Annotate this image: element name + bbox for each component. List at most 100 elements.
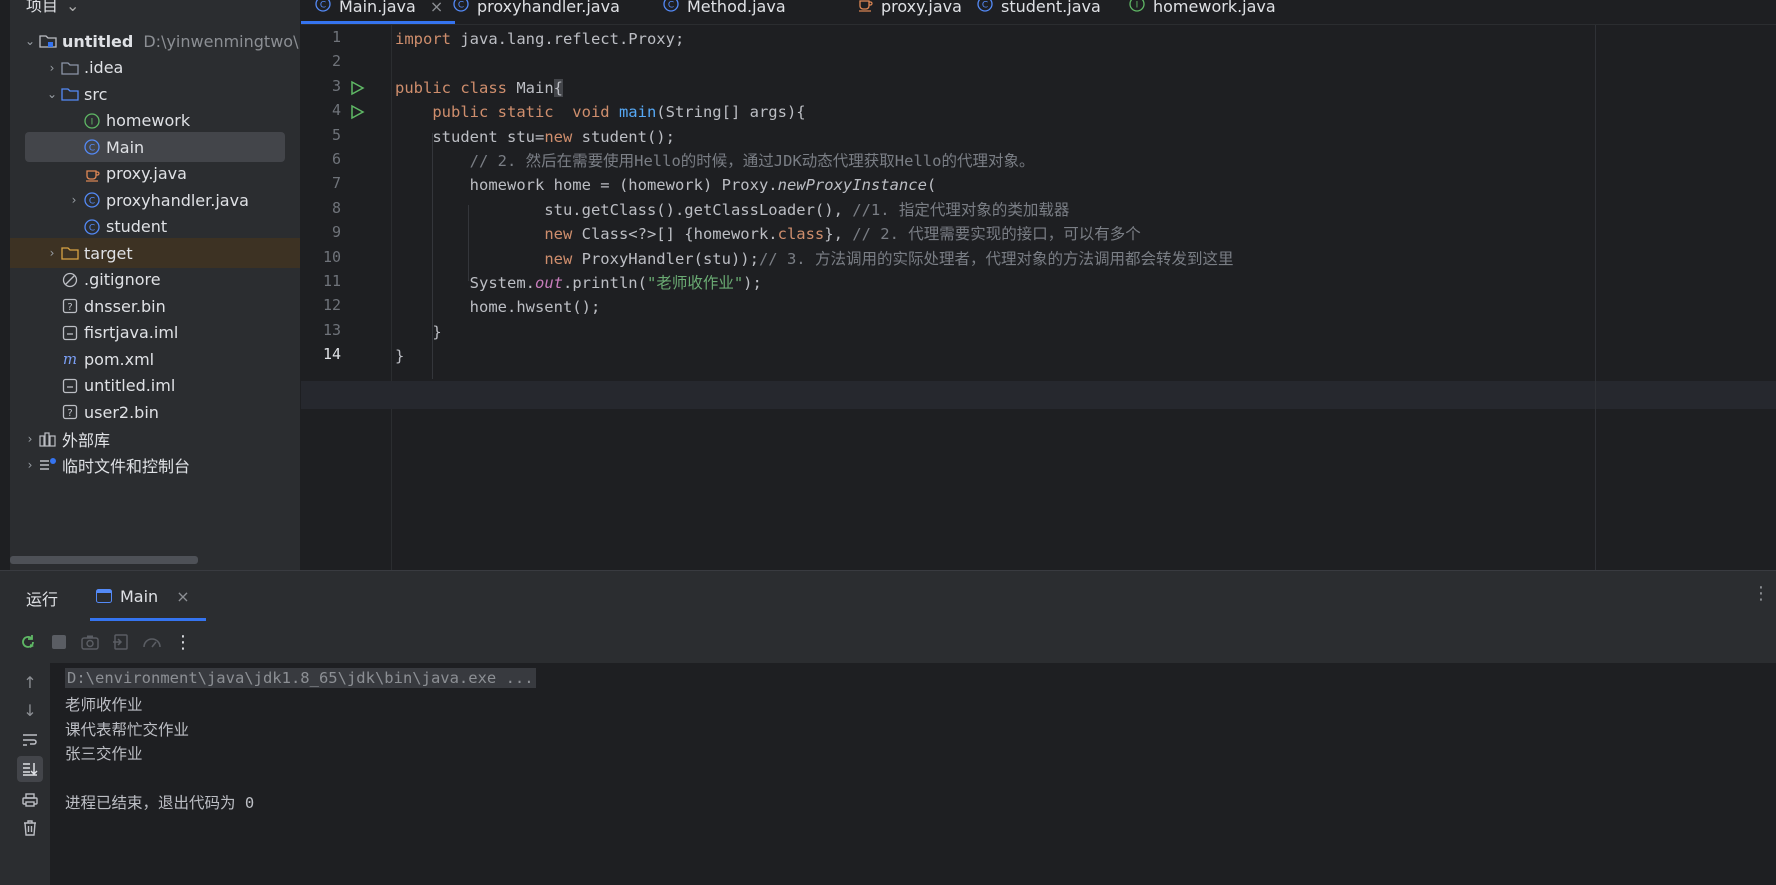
run-tab-main[interactable]: Main × <box>96 579 190 613</box>
svg-text:C: C <box>458 1 464 11</box>
soft-wrap-icon[interactable] <box>17 727 43 753</box>
svg-text:C: C <box>320 1 326 11</box>
console-output[interactable]: D:\environment\java\jdk1.8_65\jdk\bin\ja… <box>50 663 1776 885</box>
chevron-right-icon[interactable]: › <box>22 432 38 446</box>
run-tab-indicator <box>90 618 206 621</box>
active-tab-indicator <box>301 21 455 24</box>
code-token: // 2. 代理需要实现的接口，可以有多个 <box>852 225 1141 244</box>
close-icon[interactable]: × <box>176 587 189 606</box>
tree-item[interactable]: Ihomework <box>10 106 300 136</box>
horizontal-scrollbar[interactable] <box>10 556 198 564</box>
exit-icon[interactable] <box>108 629 134 655</box>
code-token: public class <box>395 78 517 97</box>
tree-item-label: untitled <box>62 31 134 51</box>
right-margin-guide <box>1595 25 1596 570</box>
editor-tab[interactable]: Ihomework.java <box>1129 0 1276 22</box>
class-icon: C <box>663 0 679 16</box>
chevron-right-icon[interactable]: › <box>22 458 38 472</box>
tree-item[interactable]: ? dnsser.bin <box>10 291 300 321</box>
code-token: homework home = (homework) Proxy. <box>395 176 778 195</box>
java-file-icon <box>857 0 873 16</box>
tree-item[interactable]: › .idea <box>10 53 300 83</box>
scroll-to-end-icon[interactable] <box>17 756 43 782</box>
tree-item[interactable]: › target <box>10 238 300 268</box>
code-editor[interactable]: import java.lang.reflect.Proxy; public cl… <box>301 25 1776 570</box>
run-toolbar: ⋮ <box>10 624 1776 660</box>
code-token: new <box>544 249 582 268</box>
code-token: (String[] args){ <box>656 103 806 122</box>
arrow-up-icon[interactable]: ↑ <box>17 669 43 695</box>
console-command-line: D:\environment\java\jdk1.8_65\jdk\bin\ja… <box>65 668 536 688</box>
code-line: new Class<?>[] {homework.class}, // 2. 代… <box>395 221 1141 248</box>
camera-icon[interactable] <box>77 629 103 655</box>
line-number: 14 <box>322 345 341 364</box>
folder-icon <box>60 58 80 78</box>
more-options-icon[interactable]: ⋮ <box>1752 583 1770 604</box>
editor-tab-label: homework.java <box>1153 0 1276 16</box>
more-vertical-icon[interactable]: ⋮ <box>170 629 196 655</box>
editor-tab-label: proxyhandler.java <box>477 0 620 16</box>
scratches-icon <box>38 455 58 475</box>
editor-tab[interactable]: C Method.java <box>663 0 786 22</box>
code-token: //1. 指定代理对象的类加载器 <box>852 200 1070 219</box>
arrow-down-icon[interactable]: ↓ <box>17 697 43 723</box>
tree-item-path: D:\yinwenmingtwo\ <box>143 31 299 51</box>
line-number: 6 <box>331 150 341 168</box>
project-title-label: 项目 <box>26 0 59 15</box>
run-gutter-icon[interactable] <box>349 80 365 96</box>
tree-item[interactable]: ⌄ untitled D:\yinwenmingtwo\ <box>10 26 300 56</box>
tree-item[interactable]: › 临时文件和控制台 <box>10 450 300 480</box>
chevron-down-icon[interactable]: ⌄ <box>22 34 38 48</box>
rerun-icon[interactable] <box>15 629 41 655</box>
interface-icon: I <box>82 111 102 131</box>
tree-item[interactable]: proxy.java <box>10 159 300 189</box>
code-line: student stu=new student(); <box>395 124 675 151</box>
console-output-line: 进程已结束，退出代码为 0 <box>65 791 254 813</box>
code-token: ProxyHandler(stu)); <box>581 249 759 268</box>
unknown-file-icon: ? <box>60 402 80 422</box>
code-token: home.hwsent(); <box>395 298 601 317</box>
project-panel-title[interactable]: 项目 ⌄ <box>26 0 79 16</box>
tree-item[interactable]: › Cproxyhandler.java <box>10 185 300 215</box>
tree-item[interactable]: ⌄ src <box>10 79 300 109</box>
tree-item[interactable]: › 外部库 <box>10 424 300 454</box>
code-token: System. <box>395 274 535 292</box>
tree-item-label: student <box>106 217 168 236</box>
editor-tab[interactable]: C Main.java × <box>315 0 443 22</box>
chevron-right-icon[interactable]: › <box>66 193 82 207</box>
tree-item-label: homework <box>106 111 191 130</box>
code-line: home.hwsent(); <box>395 294 601 321</box>
console-text: D:\environment\java\jdk1.8_65\jdk\bin\ja… <box>65 668 536 688</box>
code-line: } <box>395 343 404 370</box>
editor-tab[interactable]: proxy.java <box>857 0 962 22</box>
tree-item-label: fisrtjava.iml <box>84 323 179 342</box>
print-icon[interactable] <box>17 787 43 813</box>
code-token: out <box>534 274 563 292</box>
line-number: 8 <box>331 198 341 217</box>
stop-icon[interactable] <box>46 629 72 655</box>
tree-item-label: target <box>84 243 133 263</box>
close-icon[interactable]: × <box>430 0 443 16</box>
trash-icon[interactable] <box>17 815 43 841</box>
chevron-down-icon[interactable]: ⌄ <box>44 87 60 101</box>
tree-item[interactable]: Cstudent <box>10 212 300 242</box>
tree-item[interactable]: m pom.xml <box>10 344 300 374</box>
tree-item[interactable]: .gitignore <box>10 265 300 295</box>
code-token: java.lang.reflect.Proxy; <box>460 30 685 48</box>
profiler-icon[interactable] <box>139 629 165 655</box>
run-gutter-icon[interactable] <box>349 104 365 120</box>
editor-tab[interactable]: Cstudent.java <box>977 0 1101 22</box>
editor-tab[interactable]: Cproxyhandler.java <box>453 0 620 22</box>
chevron-right-icon[interactable]: › <box>44 61 60 75</box>
tree-item[interactable]: fisrtjava.iml <box>10 318 300 348</box>
svg-text:C: C <box>89 144 95 154</box>
tree-item-label: untitled.iml <box>84 376 176 395</box>
tree-item[interactable]: C Main <box>25 132 285 162</box>
tree-item[interactable]: ? user2.bin <box>10 397 300 427</box>
code-token: } <box>395 347 405 366</box>
code-token: } <box>395 322 442 341</box>
tree-item[interactable]: untitled.iml <box>10 371 300 401</box>
class-icon: C <box>315 0 331 16</box>
code-line: public static void main(String[] args){ <box>395 99 806 126</box>
chevron-right-icon[interactable]: › <box>44 246 60 260</box>
